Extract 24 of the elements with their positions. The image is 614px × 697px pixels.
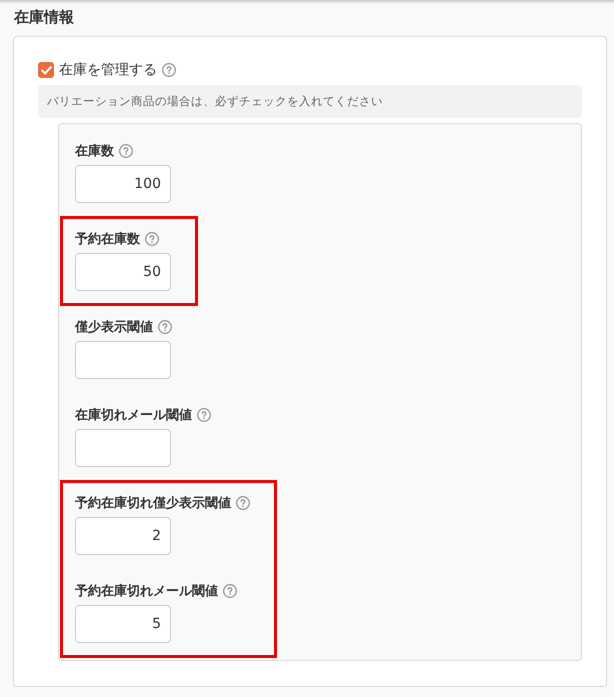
field-label: 在庫数	[75, 142, 114, 160]
number-input[interactable]	[75, 429, 171, 467]
field-label: 予約在庫数	[75, 230, 140, 248]
section-title: 在庫情報	[14, 7, 74, 28]
number-input[interactable]: 5	[75, 605, 171, 643]
field-label: 僅少表示閾値	[75, 319, 153, 336]
number-input[interactable]: 50	[75, 253, 171, 291]
field-label: 予約在庫切れ僅少表示閾値	[75, 494, 231, 512]
field-label: 在庫切れメール閾値	[75, 406, 192, 424]
help-icon[interactable]	[223, 584, 237, 598]
help-icon[interactable]	[236, 496, 250, 510]
number-input[interactable]	[75, 341, 171, 379]
number-input[interactable]: 100	[75, 165, 171, 203]
number-input[interactable]: 2	[75, 517, 171, 555]
checkbox[interactable]	[38, 62, 54, 78]
note-text: バリエーション商品の場合は、必ずチェックを入れてください	[47, 94, 383, 109]
field-label: 予約在庫切れメール閾値	[75, 582, 218, 600]
help-icon[interactable]	[119, 144, 133, 158]
checkmark-icon	[40, 66, 52, 74]
help-icon[interactable]	[145, 232, 159, 246]
checkbox-label[interactable]: 在庫を管理する	[59, 61, 157, 79]
help-icon[interactable]	[162, 63, 176, 77]
help-icon[interactable]	[197, 408, 211, 422]
help-icon[interactable]	[158, 320, 172, 334]
